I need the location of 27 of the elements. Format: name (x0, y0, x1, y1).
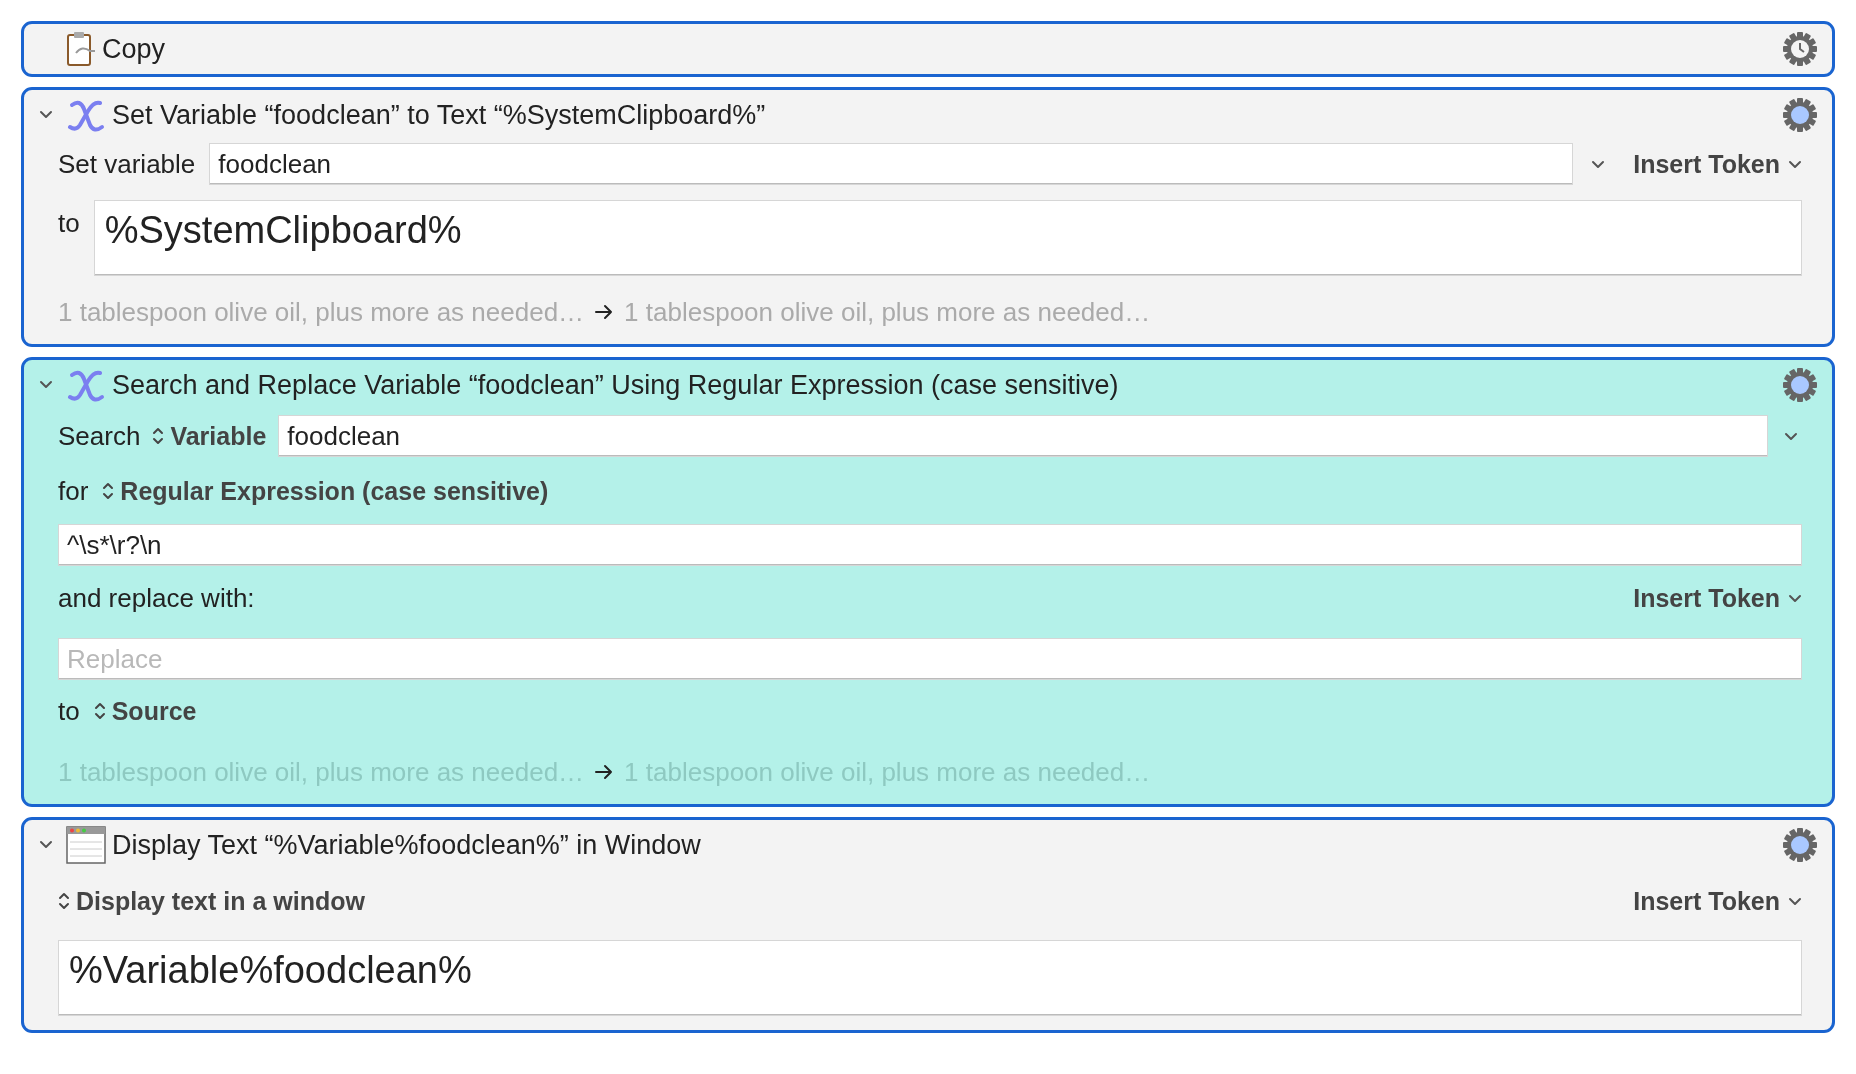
field-label: Set variable (58, 148, 196, 180)
field-label: Search (58, 420, 141, 452)
field-label: for (58, 475, 89, 507)
text-field[interactable]: %SystemClipboard% (93, 200, 1802, 276)
popup-button[interactable]: Display text in a window (58, 886, 365, 916)
insert-token-button[interactable]: Insert Token (1633, 886, 1802, 916)
popup-button[interactable]: Source (93, 696, 197, 726)
preview-text: 1 tablespoon olive oil, plus more as needed… (624, 296, 1151, 328)
popup-button[interactable]: Variable (152, 421, 267, 451)
popup-button[interactable]: Regular Expression (case sensitive) (102, 476, 549, 506)
text-field[interactable]: %Variable%foodclean% (58, 940, 1802, 1016)
action-title: Search and Replace Variable “foodclean” Using Regular Expression (case sensitive) (112, 369, 1120, 401)
action-title: Copy (102, 33, 167, 65)
action-card[interactable]: Display Text “%Variable%foodclean%” in Window Display text in a window Insert Token %Variable%foodclean% (21, 817, 1835, 1033)
preview-text: 1 tablespoon olive oil, plus more as needed… (58, 296, 585, 328)
insert-token-button[interactable]: Insert Token (1633, 583, 1802, 613)
action-title: Set Variable “foodclean” to Text “%SystemClipboard%” (112, 99, 767, 131)
action-card[interactable]: Copy (21, 21, 1835, 77)
field-label: to (58, 695, 80, 727)
text-field[interactable]: foodclean (278, 415, 1768, 457)
text-field[interactable]: foodclean (209, 143, 1574, 185)
insert-token-button[interactable]: Insert Token (1633, 149, 1802, 179)
field-label: and replace with: (58, 582, 256, 614)
action-title: Display Text “%Variable%foodclean%” in Window (112, 829, 702, 861)
text-field[interactable]: ^\s*\r?\n (58, 524, 1802, 566)
field-label: to (58, 207, 80, 239)
action-card[interactable]: Set Variable “foodclean” to Text “%SystemClipboard%” Set variable foodclean Insert Token to %SystemClipboard% 1 tablespoon olive oil, plus more as needed… 1 tablespoon olive oil, plus more as needed… (21, 87, 1835, 347)
